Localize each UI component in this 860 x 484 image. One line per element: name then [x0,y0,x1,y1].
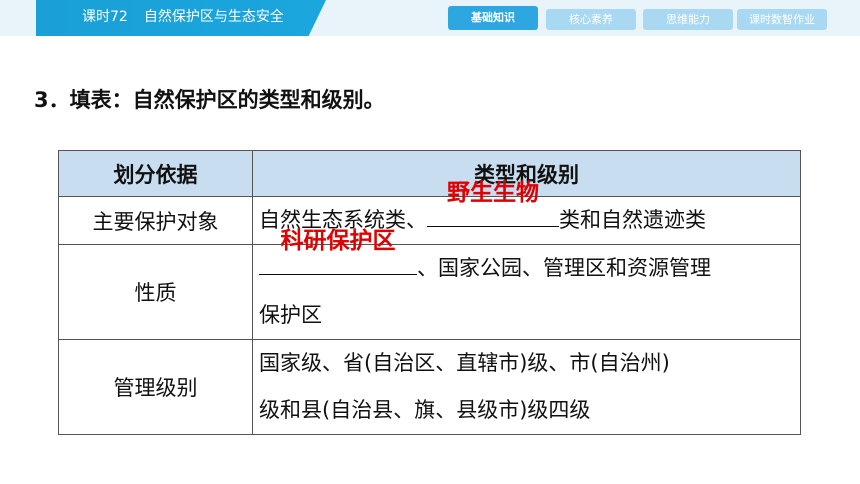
text-segment: 国家级、省(自治区、直辖市)级、市(自治州) [259,351,670,375]
fill-blank: 野生生物 [427,180,559,227]
text-segment: 、国家公园、管理区和资源管理 [417,256,711,280]
row-basis: 性质 [58,244,253,340]
row-basis: 主要保护对象 [58,196,253,245]
tab-basic-knowledge[interactable]: 基础知识 [448,6,538,30]
answer-text: 科研保护区 [280,228,396,254]
table-row: 主要保护对象 自然生态系统类、 野生生物 类和自然遗迹类 [58,180,801,245]
table-row: 管理级别 国家级、省(自治区、直辖市)级、市(自治州) 级和县(自治县、旗、县级市… [58,339,801,435]
header-basis: 划分依据 [58,150,253,197]
question-text: 3．填表：自然保护区的类型和级别。 [34,88,385,112]
tab-thinking-ability[interactable]: 思维能力 [643,9,733,30]
table-row: 性质 科研保护区 、国家公园、管理区和资源管理保护区 [58,228,801,340]
lesson-number: 课时72 [82,9,128,25]
text-segment: 保护区 [259,303,322,327]
lesson-title: 自然保护区与生态安全 [143,9,284,25]
answer-text: 野生生物 [447,180,539,206]
lesson-banner: 课时72 自然保护区与生态安全 [36,0,326,36]
classification-table: 划分依据 类型和级别 主要保护对象 自然生态系统类、 野生生物 类和自然遗迹类 性质… [58,150,801,435]
tab-homework[interactable]: 课时数智作业 [737,9,827,30]
row-content: 国家级、省(自治区、直辖市)级、市(自治州) 级和县(自治县、旗、县级市)级四级 [252,339,801,435]
text-segment: 级和县(自治县、旗、县级市)级四级 [259,398,591,422]
fill-blank: 科研保护区 [259,228,417,275]
tab-core-literacy[interactable]: 核心素养 [546,9,636,30]
text-segment: 类和自然遗迹类 [559,208,706,232]
row-basis: 管理级别 [58,339,253,435]
row-content: 科研保护区 、国家公园、管理区和资源管理保护区 [252,228,801,340]
